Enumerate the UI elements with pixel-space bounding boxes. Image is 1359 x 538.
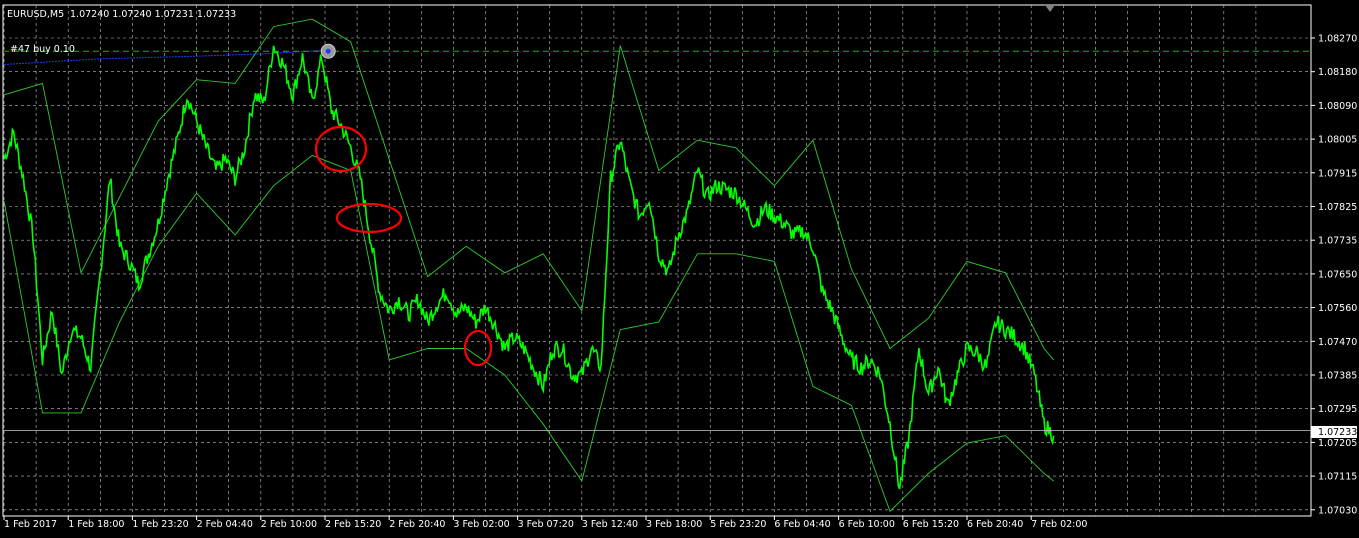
y-tick-label: 1.08090 xyxy=(1318,101,1357,112)
x-tick-label: 2 Feb 20:40 xyxy=(389,519,445,530)
x-tick-label: 1 Feb 18:00 xyxy=(68,519,124,530)
y-tick-label: 1.07735 xyxy=(1318,236,1357,247)
y-tick-label: 1.07915 xyxy=(1318,168,1357,179)
x-tick-label: 6 Feb 15:20 xyxy=(903,519,959,530)
price-chart[interactable]: 1.08270 1.08180 1.08090 1.08005 1.07915 1.078… xyxy=(0,0,1359,538)
x-tick-label: 2 Feb 15:20 xyxy=(325,519,381,530)
y-tick-label: 1.07825 xyxy=(1318,202,1357,213)
x-tick-label: 1 Feb 23:20 xyxy=(132,519,188,530)
x-tick-label: 3 Feb 18:00 xyxy=(646,519,702,530)
x-tick-label: 1 Feb 2017 xyxy=(4,519,57,530)
y-tick-label: 1.07385 xyxy=(1318,371,1357,382)
x-tick-label: 6 Feb 10:00 xyxy=(839,519,895,530)
x-tick-label: 2 Feb 10:00 xyxy=(261,519,317,530)
x-tick-label: 3 Feb 02:00 xyxy=(453,519,509,530)
plot-area xyxy=(2,4,1312,517)
y-tick-label: 1.07295 xyxy=(1318,404,1357,415)
x-tick-label: 7 Feb 02:00 xyxy=(1031,519,1087,530)
x-tick-label: 6 Feb 04:40 xyxy=(774,519,830,530)
y-tick-label: 1.07560 xyxy=(1318,303,1357,314)
x-axis: 1 Feb 2017 1 Feb 18:00 1 Feb 23:20 2 Feb 04… xyxy=(3,516,1087,530)
y-tick-label: 1.08270 xyxy=(1318,34,1357,45)
y-tick-label: 1.08180 xyxy=(1318,67,1357,78)
y-tick-label: 1.07650 xyxy=(1318,269,1357,280)
y-tick-label: 1.07470 xyxy=(1318,337,1357,348)
y-tick-label: 1.07205 xyxy=(1318,438,1357,449)
x-tick-label: 6 Feb 20:40 xyxy=(967,519,1023,530)
y-axis: 1.08270 1.08180 1.08090 1.08005 1.07915 1.078… xyxy=(1311,34,1357,516)
x-tick-label: 5 Feb 23:20 xyxy=(710,519,766,530)
current-price-tag: 1.07233 xyxy=(1318,427,1357,438)
y-tick-label: 1.07115 xyxy=(1318,472,1357,483)
symbol-label: EURUSD,M5 xyxy=(7,9,64,20)
y-tick-label: 1.07030 xyxy=(1318,505,1357,516)
order-label: #47 buy 0.10 xyxy=(10,44,75,55)
y-tick-label: 1.08005 xyxy=(1318,135,1357,146)
order-entry-dot xyxy=(325,48,331,54)
chart-window[interactable]: 1.08270 1.08180 1.08090 1.08005 1.07915 1.078… xyxy=(0,0,1359,538)
ohlc-label: 1.07240 1.07240 1.07231 1.07233 xyxy=(70,9,236,20)
x-tick-label: 3 Feb 07:20 xyxy=(518,519,574,530)
x-tick-label: 2 Feb 04:40 xyxy=(197,519,253,530)
x-tick-label: 3 Feb 12:40 xyxy=(582,519,638,530)
